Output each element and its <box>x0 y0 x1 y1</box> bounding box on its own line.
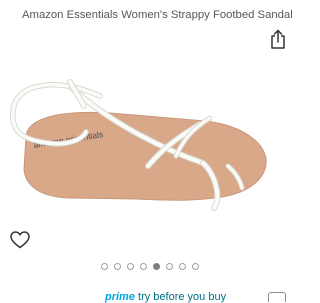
share-button[interactable] <box>268 28 288 50</box>
sandal-sole <box>23 111 267 201</box>
share-icon <box>271 29 285 49</box>
carousel-dot[interactable] <box>153 262 160 270</box>
carousel-dot[interactable] <box>127 262 134 270</box>
bag-icon[interactable] <box>268 292 286 302</box>
product-title: Amazon Essentials Women's Strappy Footbe… <box>22 9 293 21</box>
carousel-dot[interactable] <box>101 262 108 270</box>
wishlist-button[interactable] <box>9 229 31 251</box>
heart-icon <box>10 231 30 249</box>
prime-try-before-you-buy-banner[interactable]: prime try before you buy <box>105 291 226 303</box>
image-carousel-dots <box>0 260 300 272</box>
carousel-dot[interactable] <box>179 262 186 270</box>
carousel-dot[interactable] <box>192 262 199 270</box>
carousel-dot[interactable] <box>140 262 147 270</box>
product-image[interactable]: amazon essentials <box>0 48 300 238</box>
prime-logo: prime <box>105 291 135 303</box>
prime-banner-text: try before you buy <box>138 291 227 303</box>
carousel-dot[interactable] <box>114 262 121 270</box>
carousel-dot[interactable] <box>166 262 173 270</box>
